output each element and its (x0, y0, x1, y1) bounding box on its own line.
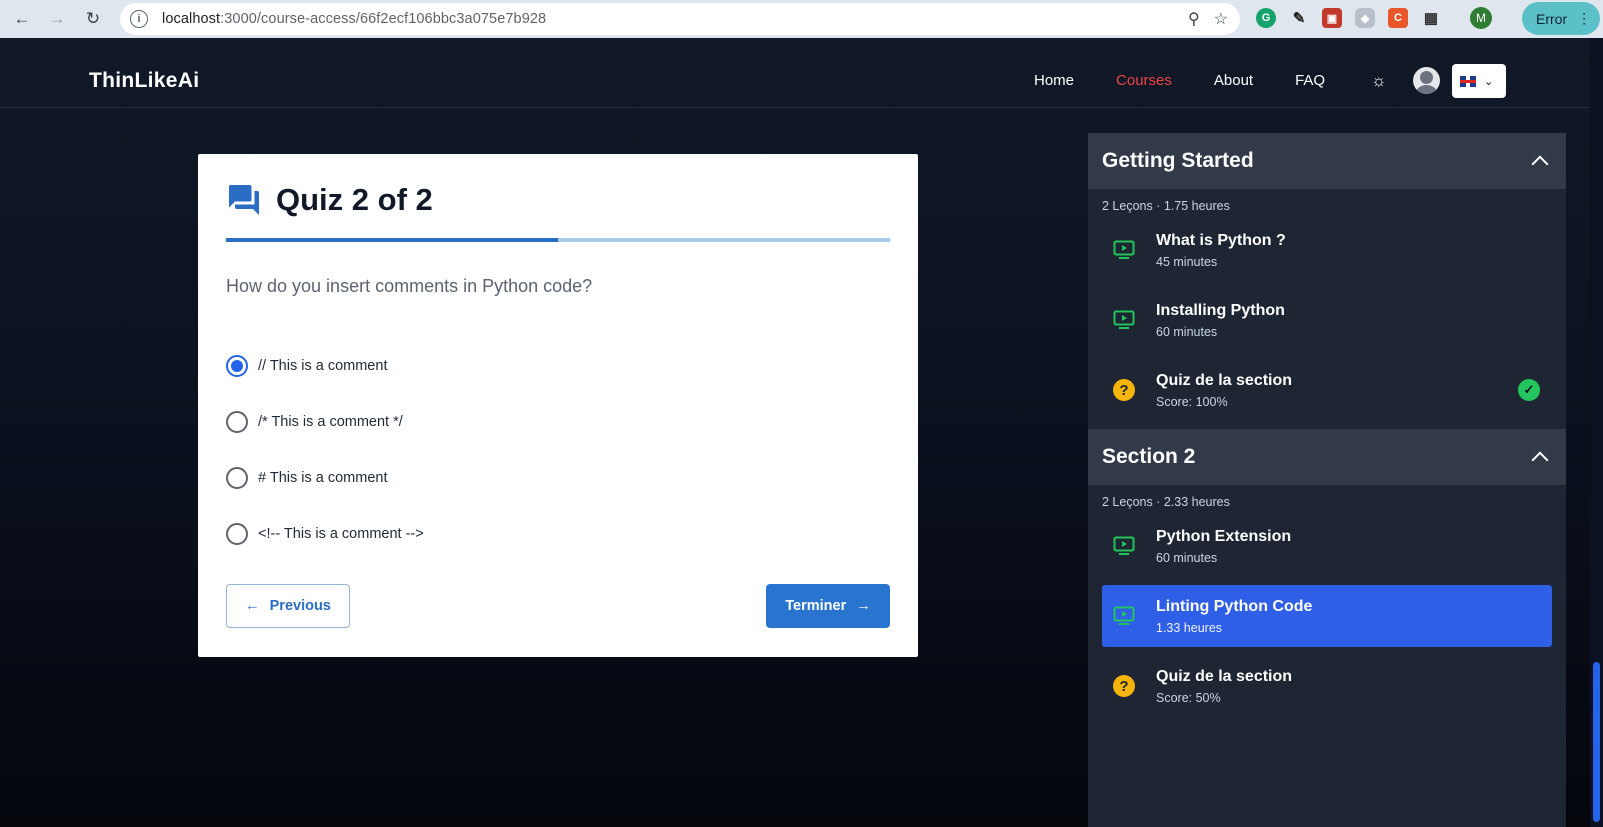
chevron-up-icon[interactable] (1530, 447, 1550, 467)
nav-link-faq[interactable]: FAQ (1295, 72, 1325, 89)
page-scrollbar[interactable] (1590, 38, 1603, 827)
forward-icon[interactable]: → (40, 4, 74, 34)
url-text: localhost:3000/course-access/66f2ecf106b… (162, 11, 547, 27)
quiz-title: Quiz 2 of 2 (276, 182, 433, 217)
c-extension-icon[interactable]: C (1388, 8, 1408, 28)
section-meta: 2 Leçons · 2.33 heures (1102, 495, 1230, 509)
section-meta: 2 Leçons · 1.75 heures (1102, 199, 1230, 213)
section-title: Section 2 (1102, 445, 1196, 468)
lesson-title: Quiz de la section (1156, 371, 1293, 389)
answer-option-label[interactable]: /* This is a comment */ (258, 414, 403, 430)
radio-button[interactable] (226, 467, 248, 489)
answer-option[interactable]: /* This is a comment */ (226, 394, 424, 450)
main-menu: Home Courses About FAQ (1034, 72, 1325, 89)
scrollbar-thumb[interactable] (1593, 662, 1600, 822)
back-icon[interactable]: ← (5, 4, 39, 34)
nav-link-about[interactable]: About (1214, 72, 1253, 89)
browser-toolbar: ← → ↻ i localhost:3000/course-access/66f… (0, 0, 1603, 38)
previous-button[interactable]: ← Previous (226, 584, 350, 628)
address-bar[interactable]: i localhost:3000/course-access/66f2ecf10… (120, 3, 1240, 35)
section-title: Getting Started (1102, 149, 1254, 172)
answer-options: // This is a comment /* This is a commen… (226, 338, 424, 562)
lesson-duration: 60 minutes (1156, 550, 1218, 565)
radio-button[interactable] (226, 411, 248, 433)
shield-extension-icon[interactable]: ◆ (1355, 8, 1375, 28)
finish-button[interactable]: Terminer → (766, 584, 890, 628)
answer-option-label[interactable]: # This is a comment (258, 470, 387, 486)
arrow-right-icon: → (856, 598, 871, 614)
zoom-icon[interactable]: ⚲ (1188, 9, 1200, 29)
course-sidebar: Getting Started 2 Leçons · 1.75 heures W… (1088, 133, 1566, 827)
quiz-item[interactable]: ? Quiz de la section Score: 100% ✓ (1102, 359, 1552, 421)
lesson-title: Python Extension (1156, 527, 1292, 545)
video-lesson-icon (1112, 535, 1136, 557)
lesson-item[interactable]: Python Extension 60 minutes (1102, 515, 1552, 577)
bookmark-star-icon[interactable]: ☆ (1214, 9, 1228, 29)
answer-option[interactable]: <!-- This is a comment --> (226, 506, 424, 562)
answer-option-label[interactable]: <!-- This is a comment --> (258, 526, 424, 542)
user-avatar[interactable] (1413, 67, 1440, 94)
eyedropper-extension-icon[interactable]: ✎ (1289, 8, 1309, 28)
chevron-down-icon: ⌄ (1484, 75, 1494, 88)
check-circle-icon: ✓ (1518, 379, 1540, 401)
theme-toggle-icon[interactable]: ☼ (1371, 71, 1387, 91)
video-lesson-icon (1112, 309, 1136, 331)
error-badge[interactable]: Error ⋮ (1522, 2, 1600, 35)
profile-avatar[interactable]: M (1470, 7, 1492, 29)
nav-link-home[interactable]: Home (1034, 72, 1074, 89)
language-select[interactable]: ⌄ (1452, 64, 1506, 98)
arrow-left-icon: ← (245, 598, 260, 614)
section-header[interactable]: Getting Started (1088, 133, 1566, 189)
grammarly-extension-icon[interactable]: G (1256, 8, 1276, 28)
lesson-title: Linting Python Code (1156, 597, 1313, 615)
reload-icon[interactable]: ↻ (76, 4, 110, 34)
lesson-item[interactable]: Installing Python 60 minutes (1102, 289, 1552, 351)
lesson-duration: 60 minutes (1156, 324, 1218, 339)
lesson-title: What is Python ? (1156, 231, 1286, 249)
quiz-item[interactable]: ? Quiz de la section Score: 50% (1102, 655, 1552, 717)
quiz-card: Quiz 2 of 2 How do you insert comments i… (198, 154, 918, 657)
lesson-title: Quiz de la section (1156, 667, 1293, 685)
nav-link-courses[interactable]: Courses (1116, 72, 1172, 89)
lesson-duration: 1.33 heures (1156, 620, 1223, 635)
video-lesson-icon (1112, 239, 1136, 261)
quiz-score: Score: 50% (1156, 690, 1221, 705)
chevron-up-icon[interactable] (1530, 151, 1550, 171)
quiz-progress-bar (226, 238, 890, 242)
answer-option[interactable]: // This is a comment (226, 338, 424, 394)
brand-logo[interactable]: ThinLikeAi (89, 69, 199, 93)
answer-option-label[interactable]: // This is a comment (258, 358, 387, 374)
image-extension-icon[interactable]: ▣ (1322, 8, 1342, 28)
more-menu-icon[interactable]: ⋮ (1577, 10, 1591, 27)
answer-option[interactable]: # This is a comment (226, 450, 424, 506)
video-lesson-icon (1112, 605, 1136, 627)
lesson-item[interactable]: What is Python ? 45 minutes (1102, 219, 1552, 281)
lesson-duration: 45 minutes (1156, 254, 1218, 269)
uk-flag-icon (1460, 75, 1476, 87)
quiz-question: How do you insert comments in Python cod… (226, 276, 593, 296)
quiz-progress-fill (226, 238, 558, 242)
question-mark-icon: ? (1112, 675, 1136, 697)
lesson-item-active[interactable]: Linting Python Code 1.33 heures (1102, 585, 1552, 647)
lesson-title: Installing Python (1156, 301, 1285, 319)
page: ThinLikeAi Home Courses About FAQ ☼ ⌄ Qu… (0, 38, 1590, 827)
section-header[interactable]: Section 2 (1088, 429, 1566, 485)
top-navbar: ThinLikeAi Home Courses About FAQ ☼ ⌄ (0, 38, 1590, 108)
question-mark-icon: ? (1112, 379, 1136, 401)
quiz-score: Score: 100% (1156, 394, 1228, 409)
chat-bubbles-icon (229, 185, 259, 215)
radio-button[interactable] (226, 523, 248, 545)
radio-button[interactable] (226, 355, 248, 377)
site-info-icon[interactable]: i (130, 10, 148, 28)
extensions-puzzle-icon[interactable]: ▦ (1421, 8, 1441, 28)
